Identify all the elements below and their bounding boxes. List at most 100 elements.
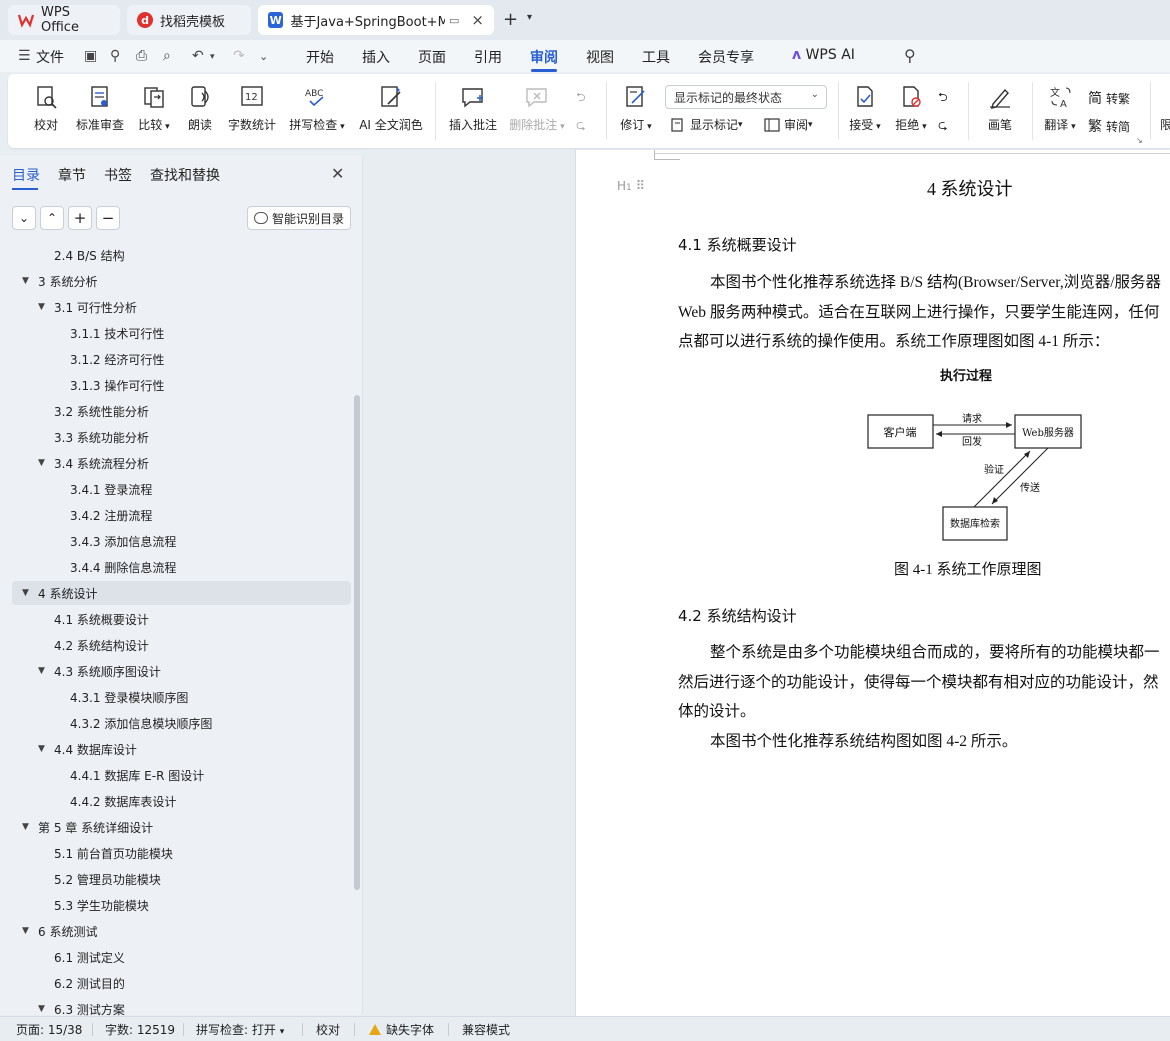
nav-tab-chapters[interactable]: 章节 — [58, 165, 86, 185]
toc-item[interactable]: 5.3 学生功能模块 — [38, 893, 149, 917]
compare-button[interactable]: 比较 ▾ — [134, 84, 174, 133]
ribbon-overflow-item[interactable]: 限 — [1160, 116, 1170, 133]
more-icon[interactable]: ⌄ — [259, 50, 268, 63]
show-markup-button[interactable]: 显示标记 ▾ — [670, 116, 743, 133]
word-count-indicator[interactable]: 字数: 12519 — [105, 1021, 175, 1038]
page-indicator[interactable]: 页面: 15/38 — [16, 1021, 82, 1038]
toc-item[interactable]: ▼ 4.3 系统顺序图设计 — [38, 659, 161, 683]
menu-member[interactable]: 会员专享 — [698, 47, 754, 67]
remove-heading-button[interactable]: − — [96, 206, 120, 230]
tab-document[interactable]: W 基于Java+SpringBoot+MyS ▭ × — [258, 5, 494, 35]
menu-page[interactable]: 页面 — [418, 47, 446, 67]
nav-tab-find-replace[interactable]: 查找和替换 — [150, 165, 220, 185]
collapse-all-button[interactable]: ⌃ — [40, 206, 64, 230]
toc-item[interactable]: 5.2 管理员功能模块 — [38, 867, 161, 891]
next-revision-icon[interactable]: ⮎ — [938, 116, 948, 137]
toc-item[interactable]: 4.3.1 登录模块顺序图 — [54, 685, 188, 709]
expand-triangle-icon[interactable]: ▼ — [22, 822, 38, 832]
smart-toc-button[interactable]: 智能识别目录 — [247, 206, 351, 230]
chevron-down-icon[interactable]: ▾ — [210, 52, 215, 62]
reject-button[interactable]: 拒绝 ▾ — [892, 84, 930, 133]
spell-check-status[interactable]: 拼写检查: 打开 ▾ — [196, 1021, 284, 1038]
toc-item[interactable]: 5.1 前台首页功能模块 — [38, 841, 173, 865]
toc-item[interactable]: 6.2 测试目的 — [38, 971, 125, 995]
save-icon[interactable]: ▣ — [84, 48, 97, 64]
nav-tab-toc[interactable]: 目录 — [12, 165, 40, 185]
expand-triangle-icon[interactable]: ▼ — [22, 926, 38, 936]
pen-button[interactable]: 画笔 — [982, 84, 1018, 133]
toc-item[interactable]: 4.3.2 添加信息模块顺序图 — [54, 711, 212, 735]
toc-item[interactable]: ▼ 6 系统测试 — [22, 919, 97, 943]
menu-wps-ai[interactable]: ᴧ WPS AI — [792, 47, 855, 63]
expand-triangle-icon[interactable]: ▼ — [38, 666, 54, 676]
new-tab-icon[interactable]: + — [503, 9, 518, 30]
toc-item[interactable]: ▼ 3 系统分析 — [22, 269, 97, 293]
accept-button[interactable]: 接受 ▾ — [846, 84, 884, 133]
toc-scrollbar[interactable] — [354, 395, 360, 890]
toc-item[interactable]: ▼ 3.4 系统流程分析 — [38, 451, 149, 475]
menu-view[interactable]: 视图 — [586, 47, 614, 67]
monitor-icon[interactable]: ▭ — [449, 14, 459, 27]
expand-all-button[interactable]: ⌄ — [12, 206, 36, 230]
next-comment-icon[interactable]: ⮎ — [576, 116, 586, 137]
menu-reference[interactable]: 引用 — [474, 47, 502, 67]
toc-item[interactable]: ▼ 4.4 数据库设计 — [38, 737, 137, 761]
toc-item[interactable]: 3.4.3 添加信息流程 — [54, 529, 176, 553]
previous-revision-icon[interactable]: ⮌ — [938, 88, 948, 109]
undo-icon[interactable]: ↶ — [192, 48, 204, 64]
menu-insert[interactable]: 插入 — [362, 47, 390, 67]
read-aloud-button[interactable]: 朗读 — [184, 84, 216, 133]
expand-triangle-icon[interactable]: ▼ — [38, 1004, 54, 1014]
expand-triangle-icon[interactable]: ▼ — [22, 588, 38, 598]
toc-item[interactable]: 6.1 测试定义 — [38, 945, 125, 969]
insert-comment-button[interactable]: 插入批注 — [446, 84, 500, 133]
review-pane-button[interactable]: 审阅 ▾ — [764, 116, 813, 133]
ai-polish-button[interactable]: AI 全文润色 — [356, 84, 426, 133]
toc-item[interactable]: ▼ 4 系统设计 — [12, 581, 351, 605]
hamburger-icon[interactable]: ☰ — [18, 48, 31, 64]
toc-item[interactable]: 3.4.4 删除信息流程 — [54, 555, 176, 579]
toc-item[interactable]: 3.1.1 技术可行性 — [54, 321, 164, 345]
toc-item[interactable]: 4.4.2 数据库表设计 — [54, 789, 176, 813]
expand-triangle-icon[interactable]: ▼ — [38, 458, 54, 468]
toc-item[interactable]: 3.2 系统性能分析 — [38, 399, 149, 423]
missing-font-status[interactable]: 缺失字体 — [369, 1021, 434, 1038]
to-traditional-button[interactable]: 简 转繁 — [1088, 88, 1130, 108]
expand-group-icon[interactable]: ↘ — [1136, 136, 1143, 145]
menu-start[interactable]: 开始 — [306, 47, 334, 67]
previous-comment-icon[interactable]: ⮌ — [576, 88, 586, 109]
redo-icon[interactable]: ↷ — [233, 48, 245, 64]
toc-item[interactable]: ▼ 第 5 章 系统详细设计 — [22, 815, 153, 839]
to-simplified-button[interactable]: 繁 转简 — [1088, 116, 1130, 136]
toc-item[interactable]: 4.4.1 数据库 E-R 图设计 — [54, 763, 204, 787]
chevron-down-icon[interactable]: ▾ — [527, 12, 532, 23]
menu-file[interactable]: 文件 — [36, 47, 64, 67]
toc-item[interactable]: 3.3 系统功能分析 — [38, 425, 149, 449]
menu-review[interactable]: 审阅 — [530, 47, 558, 67]
markup-state-select[interactable]: 显示标记的最终状态 ⌄ — [665, 85, 827, 109]
toc-item[interactable]: 4.2 系统结构设计 — [38, 633, 149, 657]
toc-item[interactable]: 2.4 B/S 结构 — [38, 243, 125, 267]
toc-item[interactable]: 3.4.1 登录流程 — [54, 477, 152, 501]
tab-docer-templates[interactable]: d 找稻壳模板 — [127, 5, 251, 35]
spell-check-button[interactable]: ABC 拼写检查 ▾ — [286, 84, 348, 133]
search-icon[interactable]: ⚲ — [904, 46, 916, 65]
toc-item[interactable]: 3.4.2 注册流程 — [54, 503, 152, 527]
word-count-button[interactable]: 12 字数统计 — [224, 84, 280, 133]
toc-item[interactable]: 4.1 系统概要设计 — [38, 607, 149, 631]
translate-button[interactable]: 文A 翻译 ▾ — [1040, 84, 1080, 133]
standard-review-button[interactable]: 标准审查 — [72, 84, 128, 133]
heading-handle-icon[interactable]: H1 ⠿ — [617, 179, 645, 194]
tab-wps-office[interactable]: WPS Office — [8, 5, 120, 35]
toc-item[interactable]: 3.1.3 操作可行性 — [54, 373, 164, 397]
menu-tools[interactable]: 工具 — [642, 47, 670, 67]
proofread-button[interactable]: 校对 — [28, 84, 64, 133]
toc-item[interactable]: ▼ 3.1 可行性分析 — [38, 295, 137, 319]
share-icon[interactable]: ⚲ — [110, 48, 120, 64]
expand-triangle-icon[interactable]: ▼ — [38, 744, 54, 754]
expand-triangle-icon[interactable]: ▼ — [22, 276, 38, 286]
delete-comment-button[interactable]: 删除批注 ▾ — [506, 84, 568, 133]
revise-button[interactable]: 修订 ▾ — [616, 84, 656, 133]
toc-item[interactable]: 3.1.2 经济可行性 — [54, 347, 164, 371]
print-preview-icon[interactable]: ⌕ — [163, 48, 171, 64]
